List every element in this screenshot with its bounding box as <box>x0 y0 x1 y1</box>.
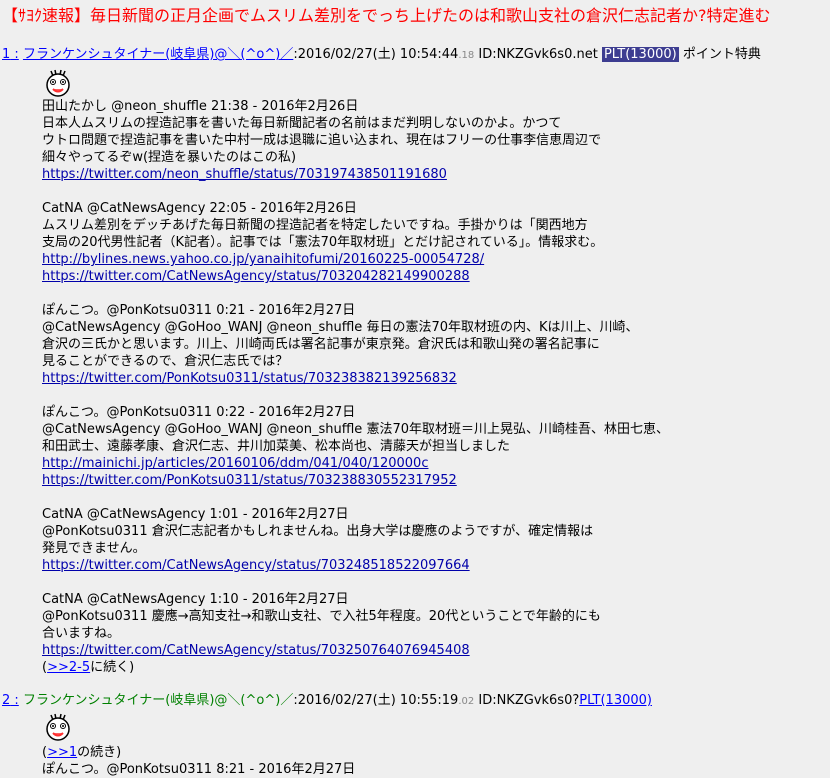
article-url-link[interactable]: http://bylines.news.yahoo.co.jp/yanaihit… <box>42 251 822 268</box>
continue-text: に続く <box>90 660 130 675</box>
tweet-url-link[interactable]: https://twitter.com/PonKotsu0311/status/… <box>42 472 822 489</box>
post-number-separator: : <box>10 693 19 708</box>
be-face-icon <box>46 713 70 741</box>
tweet-url-link[interactable]: https://twitter.com/CatNewsAgency/status… <box>42 268 822 285</box>
continue-anchor-link[interactable]: >>2-5 <box>47 660 90 675</box>
tweet-line: CatNA @CatNewsAgency 22:05 - 2016年2月26日 <box>42 201 357 216</box>
article-url-link[interactable]: http://mainichi.jp/articles/20160106/ddm… <box>42 455 822 472</box>
tweet-line: ぽんこつ。@PonKotsu0311 0:21 - 2016年2月27日 <box>42 303 356 318</box>
tweet-line: CatNA @CatNewsAgency 1:01 - 2016年2月27日 <box>42 507 349 522</box>
post-header: 1 : フランケンシュタイナー(岐阜県)@＼(^o^)／:2016/02/27(… <box>2 46 761 65</box>
tweet-line: ウトロ問題で捏造記事を書いた中村一成は退職に追い込まれ、現在はフリーの仕事李信恵… <box>42 133 602 148</box>
point-bonus: ポイント特典 <box>682 47 761 62</box>
tweet-line: 倉沢の三氏かと思います。川上、川崎両氏は署名記事が東京発。倉沢氏は和歌山発の署名… <box>42 337 600 352</box>
plt-badge: PLT(13000) <box>601 47 679 62</box>
tweet-line: 和田武士、遠藤孝康、倉沢仁志、井川加菜美、松本尚也、清藤天が担当しました <box>42 439 511 454</box>
tweet-line: 支局の20代男性記者（K記者）。記事では「憲法70年取材班」とだけ記されている」… <box>42 235 604 250</box>
thread-title: 【ｻﾖｸ速報】毎日新聞の正月企画でムスリム差別をでっち上げたのは和歌山支社の倉沢… <box>2 6 771 25</box>
tweet-line: @PonKotsu0311 慶應→高知支社→和歌山支社、で入社5年程度。20代と… <box>42 609 601 624</box>
tweet-url-link[interactable]: https://twitter.com/neon_shuffle/status/… <box>42 166 822 183</box>
post-body: (>>1の続き) ぽんこつ。@PonKotsu0311 8:21 - 2016年… <box>42 744 822 778</box>
poster-id: ID:NKZGvk6s0.net <box>478 47 598 62</box>
tweet-line: ぽんこつ。@PonKotsu0311 8:21 - 2016年2月27日 <box>42 762 356 777</box>
quoted-tweet: ぽんこつ。@PonKotsu0311 0:22 - 2016年2月27日 @Ca… <box>42 404 822 489</box>
tweet-line: @PonKotsu0311 倉沢仁志記者かもしれませんね。出身大学は慶應のようで… <box>42 524 594 539</box>
post-body: 田山たかし @neon_shuffle 21:38 - 2016年2月26日 日… <box>42 98 822 676</box>
tweet-line: ぽんこつ。@PonKotsu0311 0:22 - 2016年2月27日 <box>42 405 356 420</box>
tweet-url-link[interactable]: https://twitter.com/PonKotsu0311/status/… <box>42 370 822 387</box>
post-date: 2016/02/27(土) 10:54:44 <box>297 47 459 62</box>
tweet-line: 細々やってるぞw(捏造を暴いたのはこの私) <box>42 150 297 165</box>
quoted-tweet: CatNA @CatNewsAgency 1:10 - 2016年2月27日 @… <box>42 591 822 676</box>
tweet-line: 見ることができるので、倉沢仁志氏では？ <box>42 354 289 369</box>
post-header: 2 : フランケンシュタイナー(岐阜県)@＼(^o^)／:2016/02/27(… <box>2 692 652 711</box>
poster-id: ID:NKZGvk6s0? <box>478 693 580 708</box>
tweet-url-link[interactable]: https://twitter.com/CatNewsAgency/status… <box>42 557 822 574</box>
tweet-line: CatNA @CatNewsAgency 1:10 - 2016年2月27日 <box>42 592 349 607</box>
be-face-icon <box>46 69 70 97</box>
quoted-tweet: CatNA @CatNewsAgency 22:05 - 2016年2月26日 … <box>42 200 822 285</box>
poster-name-link[interactable]: フランケンシュタイナー(岐阜県)@＼(^o^)／ <box>23 47 293 62</box>
reply-text: の続き <box>77 745 117 760</box>
tweet-url-link[interactable]: https://twitter.com/CatNewsAgency/status… <box>42 642 822 659</box>
quoted-tweet: CatNA @CatNewsAgency 1:01 - 2016年2月27日 @… <box>42 506 822 574</box>
reply-line: (>>1の続き) <box>42 745 122 760</box>
tweet-line: @CatNewsAgency @GoHoo_WANJ @neon_shuffle… <box>42 320 639 335</box>
tweet-line: @CatNewsAgency @GoHoo_WANJ @neon_shuffle… <box>42 422 669 437</box>
poster-name: フランケンシュタイナー(岐阜県)@＼(^o^)／ <box>22 693 294 708</box>
tweet-line: 合いますね。 <box>42 626 121 641</box>
tweet-line: 田山たかし @neon_shuffle 21:38 - 2016年2月26日 <box>42 99 359 114</box>
post-number-separator: : <box>10 47 19 62</box>
continue-note: (>>2-5に続く) <box>42 660 135 675</box>
post-date: 2016/02/27(土) 10:55:19 <box>297 693 459 708</box>
plt-link[interactable]: PLT(13000) <box>579 693 652 708</box>
quoted-tweet: 田山たかし @neon_shuffle 21:38 - 2016年2月26日 日… <box>42 98 822 183</box>
post-msec: .02 <box>458 696 475 707</box>
quoted-tweet: ぽんこつ。@PonKotsu0311 0:21 - 2016年2月27日 @Ca… <box>42 302 822 387</box>
post-msec: .18 <box>458 50 475 61</box>
tweet-line: 発見できません。 <box>42 541 146 556</box>
tweet-line: 日本人ムスリムの捏造記事を書いた毎日新聞記者の名前はまだ判明しないのかよ。かつて <box>42 116 562 131</box>
reply-anchor-link[interactable]: >>1 <box>47 745 77 760</box>
tweet-line: ムスリム差別をデッチあげた毎日新聞の捏造記者を特定したいですね。手掛かりは「関西… <box>42 218 588 233</box>
